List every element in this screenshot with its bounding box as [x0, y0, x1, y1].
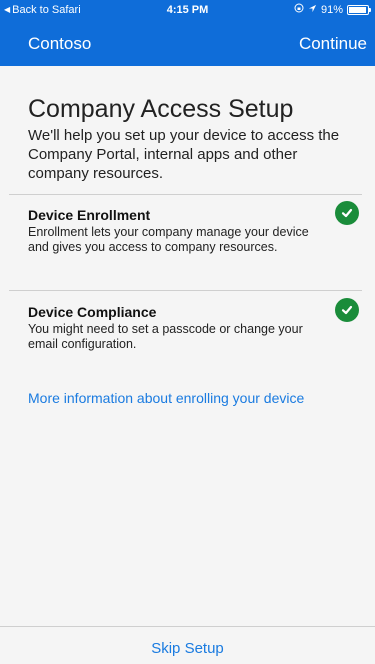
- status-bar: ◀ Back to Safari 4:15 PM 91%: [0, 0, 375, 20]
- section-device-enrollment: Device Enrollment Enrollment lets your c…: [28, 206, 358, 255]
- divider: [9, 194, 362, 195]
- section-description: You might need to set a passcode or chan…: [28, 322, 303, 351]
- section-description: Enrollment lets your company manage your…: [28, 225, 309, 254]
- top-bar: ◀ Back to Safari 4:15 PM 91% Contoso Con…: [0, 0, 375, 66]
- skip-setup-button[interactable]: Skip Setup: [0, 640, 375, 657]
- location-arrow-icon: [308, 0, 317, 20]
- page-title: Company Access Setup: [28, 95, 294, 123]
- divider: [9, 290, 362, 291]
- nav-title: Contoso: [28, 34, 92, 53]
- checkmark-circle-icon: [335, 298, 359, 322]
- navigation-bar: Contoso Continue: [0, 20, 375, 66]
- intro: Company Access Setup We'll help you set …: [28, 94, 363, 183]
- page-description: We'll help you set up your device to acc…: [28, 127, 340, 182]
- status-indicators: 91%: [294, 0, 371, 20]
- orientation-lock-icon: [294, 0, 304, 20]
- battery-icon: [347, 5, 371, 15]
- more-info-link[interactable]: More information about enrolling your de…: [28, 390, 304, 406]
- checkmark-circle-icon: [335, 201, 359, 225]
- section-title: Device Compliance: [28, 304, 157, 320]
- section-device-compliance: Device Compliance You might need to set …: [28, 303, 358, 352]
- footer-divider: [0, 626, 375, 627]
- section-title: Device Enrollment: [28, 207, 151, 223]
- battery-percent: 91%: [320, 4, 343, 16]
- continue-button[interactable]: Continue: [299, 34, 367, 54]
